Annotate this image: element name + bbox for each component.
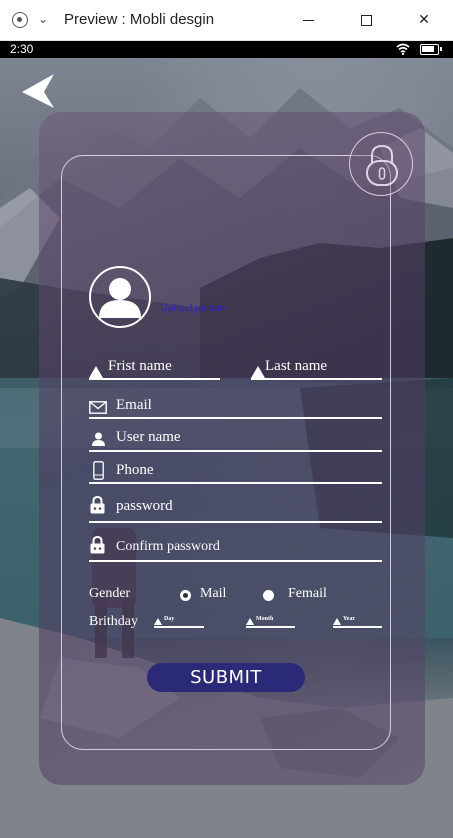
wifi-icon xyxy=(396,43,410,55)
minimize-button[interactable] xyxy=(288,6,328,34)
last-name-field[interactable]: Last name xyxy=(251,358,382,380)
lock-badge xyxy=(349,132,413,196)
field-underline xyxy=(154,626,204,628)
user-icon xyxy=(92,432,105,446)
field-underline xyxy=(246,626,295,628)
triangle-icon xyxy=(251,366,265,378)
upload-picture-link[interactable]: Upload picture xyxy=(160,302,226,314)
user-avatar-icon xyxy=(99,278,141,318)
phone-label: Phone xyxy=(116,462,154,478)
birthday-month-label: Month xyxy=(256,616,274,622)
field-underline xyxy=(89,378,220,380)
last-name-label: Last name xyxy=(265,358,328,374)
submit-button[interactable]: SUBMIT xyxy=(147,663,305,692)
minimize-icon xyxy=(302,19,314,21)
username-field[interactable]: User name xyxy=(89,429,382,452)
field-underline xyxy=(333,626,382,628)
maximize-icon xyxy=(360,14,372,26)
first-name-label: Frist name xyxy=(108,358,172,374)
field-underline xyxy=(89,450,382,452)
status-time: 2:30 xyxy=(10,42,34,56)
window-title: Preview : Mobli desgin xyxy=(64,11,215,28)
birthday-month-field[interactable]: Month xyxy=(246,616,295,628)
birthday-day-label: Day xyxy=(164,616,175,622)
gender-radio-mail[interactable] xyxy=(180,590,191,601)
triangle-icon xyxy=(89,366,103,378)
close-button[interactable]: ✕ xyxy=(404,6,444,34)
padlock-icon xyxy=(90,496,105,514)
confirm-password-label: Confirm password xyxy=(116,539,220,554)
email-field[interactable]: Email xyxy=(89,397,382,419)
status-bar: 2:30 xyxy=(0,41,453,58)
birthday-year-label: Year xyxy=(343,616,355,622)
birthday-year-field[interactable]: Year xyxy=(333,616,382,628)
gender-radio-femail[interactable] xyxy=(263,590,274,601)
password-field[interactable]: password xyxy=(89,495,382,523)
close-icon: ✕ xyxy=(418,12,430,28)
email-label: Email xyxy=(116,397,152,413)
window-titlebar: ⌄ Preview : Mobli desgin ✕ xyxy=(0,0,453,41)
lock-icon xyxy=(366,144,398,186)
mail-icon xyxy=(89,401,107,414)
birthday-day-field[interactable]: Day xyxy=(154,616,204,628)
gender-label: Gender xyxy=(89,586,131,601)
username-label: User name xyxy=(116,429,181,445)
maximize-button[interactable] xyxy=(346,6,386,34)
gender-option-mail-label: Mail xyxy=(200,586,227,601)
field-underline xyxy=(89,417,382,419)
triangle-icon xyxy=(246,618,254,625)
triangle-icon xyxy=(154,618,162,625)
first-name-field[interactable]: Frist name xyxy=(89,358,220,380)
triangle-icon xyxy=(333,618,341,625)
phone-icon xyxy=(93,461,104,480)
signup-card-border xyxy=(61,155,391,750)
birthday-label: Brithday xyxy=(89,614,138,629)
app-icon[interactable] xyxy=(12,12,28,28)
chevron-down-icon[interactable]: ⌄ xyxy=(38,12,48,26)
password-label: password xyxy=(116,498,173,514)
back-arrow-icon[interactable] xyxy=(20,72,56,110)
battery-icon xyxy=(420,44,442,55)
field-underline xyxy=(89,521,382,523)
phone-field[interactable]: Phone xyxy=(89,461,382,484)
field-underline xyxy=(89,482,382,484)
padlock-icon xyxy=(90,536,105,554)
confirm-password-field[interactable]: Confirm password xyxy=(89,536,382,562)
field-underline xyxy=(89,560,382,562)
gender-option-femail-label: Femail xyxy=(288,586,327,601)
field-underline xyxy=(251,378,382,380)
avatar-upload[interactable] xyxy=(89,266,151,328)
